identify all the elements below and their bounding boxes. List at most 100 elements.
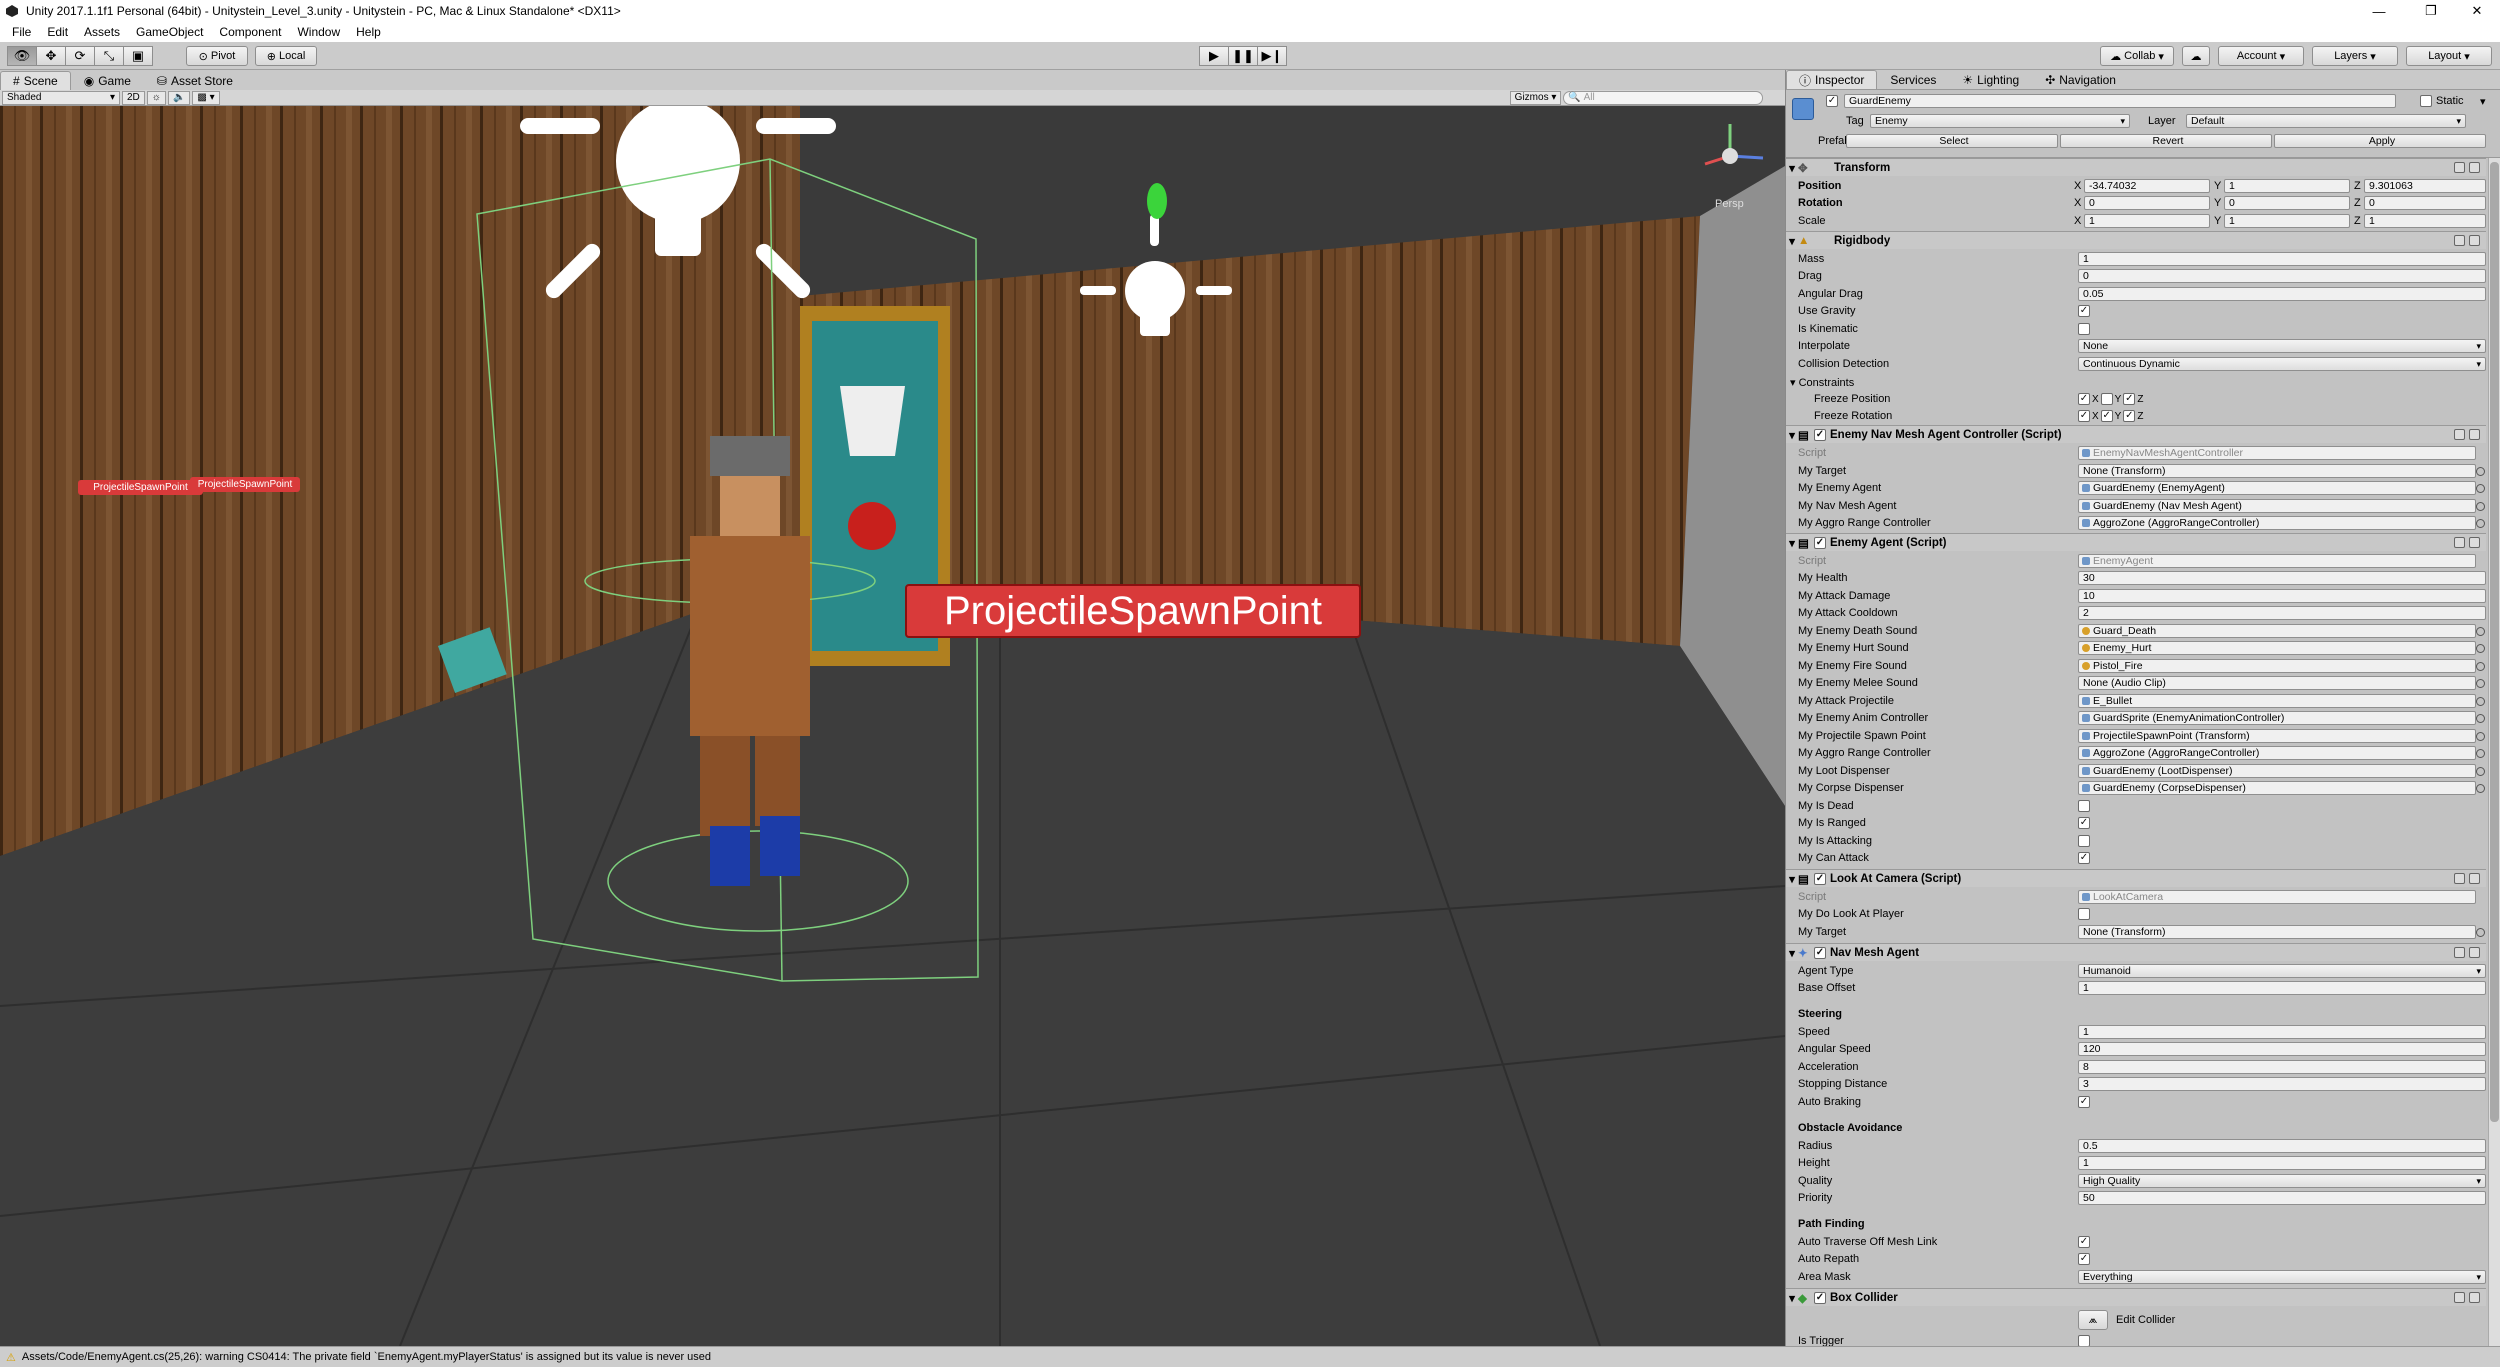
tab-lighting[interactable]: ☀ Lighting	[1949, 70, 2032, 89]
enemy-agent-enabled-checkbox[interactable]: ✓	[1814, 536, 1826, 549]
effects-toggle-icon[interactable]: ▩ ▾	[192, 90, 220, 105]
local-button[interactable]: ⊕ Local	[255, 46, 317, 66]
object-picker-icon[interactable]	[2476, 627, 2485, 636]
projectile-spawn-label-small-b[interactable]: ProjectileSpawnPoint	[190, 477, 300, 492]
move-tool-icon[interactable]: ✥	[36, 46, 66, 66]
nav-my-nav-mesh-agent-field[interactable]: GuardEnemy (Nav Mesh Agent)	[2078, 499, 2476, 513]
freeze-pos-y[interactable]	[2100, 393, 2113, 405]
pivot-button[interactable]: ⊙ Pivot	[186, 46, 248, 66]
projectile-spawn-point-field[interactable]: ProjectileSpawnPoint (Transform)	[2078, 729, 2476, 743]
tag-dropdown[interactable]: Enemy	[1870, 114, 2130, 128]
nav-my-enemy-agent-field[interactable]: GuardEnemy (EnemyAgent)	[2078, 481, 2476, 495]
scale-z-field[interactable]: 1	[2364, 214, 2486, 228]
position-y-field[interactable]: 1	[2224, 179, 2350, 193]
menu-gameobject[interactable]: GameObject	[128, 25, 211, 39]
rigidbody-header[interactable]: ▾ ▲ Rigidbody	[1786, 231, 2486, 249]
persp-label[interactable]: Persp	[1715, 198, 1744, 210]
interpolate-dropdown[interactable]: None	[2078, 339, 2486, 353]
look-at-camera-header[interactable]: ▾ ▤ ✓ Look At Camera (Script)	[1786, 869, 2486, 887]
death-sound-field[interactable]: Guard_Death	[2078, 624, 2476, 638]
active-checkbox[interactable]: ✓	[1826, 95, 1838, 107]
shading-mode-dropdown[interactable]: Shaded ▾	[2, 90, 120, 105]
orientation-gizmo[interactable]	[1695, 116, 1775, 196]
look-target-field[interactable]: None (Transform)	[2078, 925, 2476, 939]
rotation-y-field[interactable]: 0	[2224, 196, 2350, 210]
object-picker-icon[interactable]	[2476, 679, 2485, 688]
nav-my-aggro-field[interactable]: AggroZone (AggroRangeController)	[2078, 516, 2476, 530]
height-field[interactable]: 1	[2078, 1156, 2486, 1170]
position-x-field[interactable]: -34.74032	[2084, 179, 2210, 193]
my-attack-damage-field[interactable]: 10	[2078, 589, 2486, 603]
attack-projectile-field[interactable]: E_Bullet	[2078, 694, 2476, 708]
component-menu-icons[interactable]	[2454, 537, 2480, 548]
my-attack-cooldown-field[interactable]: 2	[2078, 606, 2486, 620]
nav-controller-enabled-checkbox[interactable]: ✓	[1814, 428, 1826, 441]
tab-game[interactable]: ◉ Game	[71, 71, 144, 90]
cloud-button[interactable]: ☁	[2182, 46, 2210, 66]
object-name-field[interactable]: GuardEnemy	[1844, 94, 2396, 108]
menu-component[interactable]: Component	[211, 25, 289, 39]
scale-y-field[interactable]: 1	[2224, 214, 2350, 228]
freeze-pos-x[interactable]: ✓	[2078, 393, 2090, 405]
freeze-rot-x[interactable]: ✓	[2078, 410, 2090, 422]
component-menu-icons[interactable]	[2454, 947, 2480, 958]
box-collider-enabled-checkbox[interactable]: ✓	[1814, 1291, 1826, 1304]
scale-tool-icon[interactable]: ⤡	[94, 46, 124, 66]
menu-window[interactable]: Window	[289, 25, 348, 39]
look-at-enabled-checkbox[interactable]: ✓	[1814, 872, 1826, 885]
menu-help[interactable]: Help	[348, 25, 389, 39]
angular-drag-field[interactable]: 0.05	[2078, 287, 2486, 301]
my-health-field[interactable]: 30	[2078, 571, 2486, 585]
agent-type-dropdown[interactable]: Humanoid	[2078, 964, 2486, 978]
freeze-pos-z[interactable]: ✓	[2123, 393, 2136, 405]
rect-tool-icon[interactable]: ▣	[123, 46, 153, 66]
freeze-rot-z[interactable]: ✓	[2123, 410, 2136, 422]
projectile-spawn-label-small-a[interactable]: ProjectileSpawnPoint	[78, 480, 203, 495]
rotation-x-field[interactable]: 0	[2084, 196, 2210, 210]
nav-my-target-field[interactable]: None (Transform)	[2078, 464, 2476, 478]
status-bar[interactable]: ⚠ Assets/Code/EnemyAgent.cs(25,26): warn…	[0, 1346, 2500, 1367]
radius-field[interactable]: 0.5	[2078, 1139, 2486, 1153]
position-z-field[interactable]: 9.301063	[2364, 179, 2486, 193]
auto-repath-checkbox[interactable]: ✓	[2078, 1253, 2090, 1265]
close-icon[interactable]: ✕	[2454, 0, 2500, 22]
scale-x-field[interactable]: 1	[2084, 214, 2210, 228]
object-picker-icon[interactable]	[2476, 467, 2485, 476]
tab-navigation[interactable]: ✣ Navigation	[2032, 70, 2129, 89]
collab-button[interactable]: ☁ Collab ▾	[2100, 46, 2174, 66]
audio-toggle-icon[interactable]: 🔈	[167, 90, 191, 105]
pause-icon[interactable]: ❚❚	[1228, 46, 1258, 66]
object-picker-icon[interactable]	[2476, 662, 2485, 671]
object-picker-icon[interactable]	[2476, 519, 2485, 528]
anim-controller-field[interactable]: GuardSprite (EnemyAnimationController)	[2078, 711, 2476, 725]
stopping-distance-field[interactable]: 3	[2078, 1077, 2486, 1091]
gizmos-dropdown[interactable]: Gizmos ▾	[1509, 90, 1562, 105]
menu-assets[interactable]: Assets	[76, 25, 128, 39]
component-menu-icons[interactable]	[2454, 873, 2480, 884]
fire-sound-field[interactable]: Pistol_Fire	[2078, 659, 2476, 673]
use-gravity-checkbox[interactable]: ✓	[2078, 305, 2090, 317]
drag-field[interactable]: 0	[2078, 269, 2486, 283]
nav-controller-header[interactable]: ▾ ▤ ✓ Enemy Nav Mesh Agent Controller (S…	[1786, 425, 2486, 443]
edit-collider-button[interactable]: ⩕	[2078, 1310, 2108, 1330]
object-picker-icon[interactable]	[2476, 767, 2485, 776]
component-menu-icons[interactable]	[2454, 429, 2480, 440]
do-look-checkbox[interactable]	[2078, 908, 2090, 920]
projectile-spawn-label-big[interactable]: ProjectileSpawnPoint	[905, 584, 1361, 638]
angular-speed-field[interactable]: 120	[2078, 1042, 2486, 1056]
static-checkbox[interactable]	[2420, 95, 2432, 107]
layout-dropdown[interactable]: Layout ▾	[2406, 46, 2492, 66]
object-picker-icon[interactable]	[2476, 502, 2485, 511]
prefab-revert-button[interactable]: Revert	[2060, 134, 2272, 148]
object-picker-icon[interactable]	[2476, 749, 2485, 758]
acceleration-field[interactable]: 8	[2078, 1060, 2486, 1074]
speed-field[interactable]: 1	[2078, 1025, 2486, 1039]
transform-header[interactable]: ▾ ✥ Transform	[1786, 158, 2486, 176]
melee-sound-field[interactable]: None (Audio Clip)	[2078, 676, 2476, 690]
maximize-icon[interactable]: ❐	[2408, 0, 2454, 22]
minimize-icon[interactable]: —	[2356, 0, 2402, 22]
lighting-toggle-icon[interactable]: ☼	[146, 90, 166, 105]
play-icon[interactable]: ▶	[1199, 46, 1229, 66]
menu-file[interactable]: File	[4, 25, 39, 39]
component-menu-icons[interactable]	[2454, 162, 2480, 173]
